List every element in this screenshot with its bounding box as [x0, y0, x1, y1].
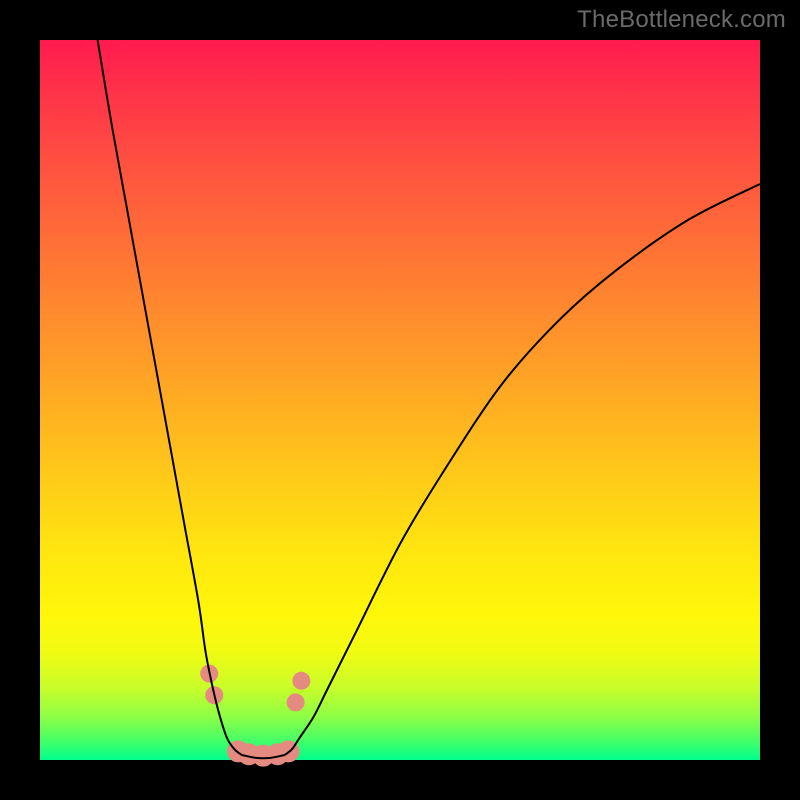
chart-svg [40, 40, 760, 760]
floor-markers [200, 665, 310, 767]
curve-right-arm [285, 184, 760, 755]
curve-left-arm [98, 40, 242, 755]
watermark-text: TheBottleneck.com [577, 6, 786, 34]
floor-marker [292, 672, 310, 690]
chart-frame: TheBottleneck.com [0, 0, 800, 800]
floor-marker [287, 693, 305, 711]
